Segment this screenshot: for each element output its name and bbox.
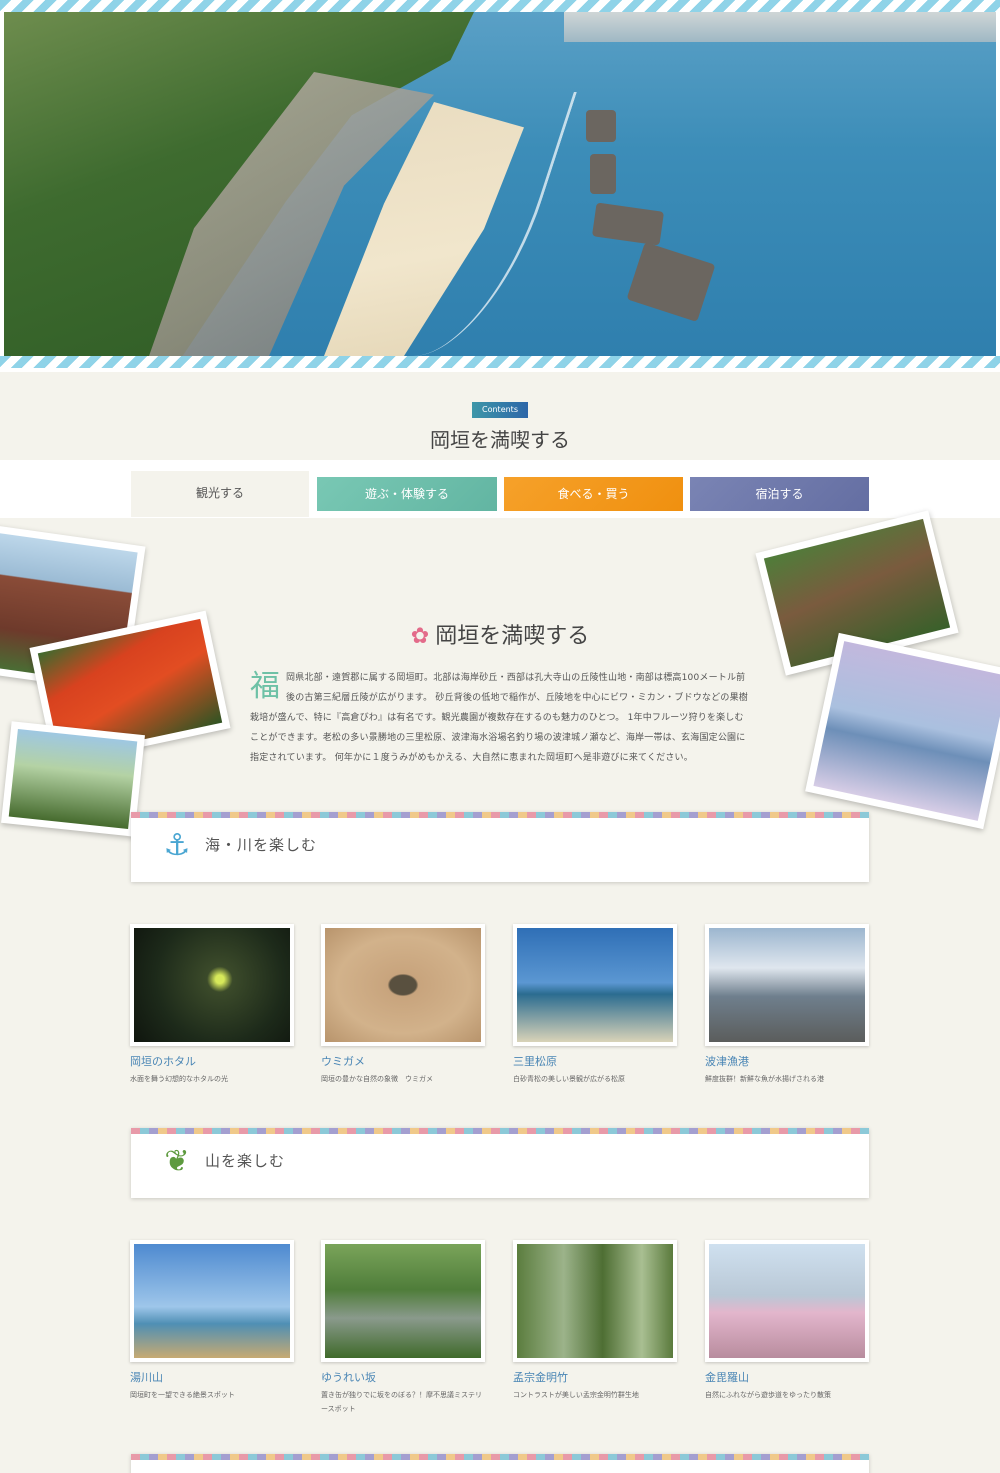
intro-text: 福 岡県北部・遠賀郡に属する岡垣町。北部は海岸砂丘・西部は孔大寺山の丘陵性山地・… [250,668,750,768]
card-description: コントラストが美しい孟宗金明竹群生地 [513,1391,639,1399]
intro-paragraph: 岡県北部・遠賀郡に属する岡垣町。北部は海岸砂丘・西部は孔大寺山の丘陵性山地・南部… [250,673,748,763]
card-image [517,928,673,1042]
card-image [134,928,290,1042]
page-title: 岡垣を満喫する [430,428,570,452]
card-title[interactable]: 岡垣のホタル [130,1053,294,1069]
card-description: 鮮度抜群！新鮮な魚が水揚げされる港 [705,1075,824,1083]
card-image [709,928,865,1042]
tab-sightseeing[interactable]: 観光する [131,471,309,517]
card-title[interactable]: ウミガメ [321,1053,485,1069]
hero-image [4,12,996,356]
card-image-frame [321,1240,485,1362]
card-image [517,1244,673,1358]
card-sea-turtle[interactable]: ウミガメ 岡垣の豊かな自然の象徴 ウミガメ [321,924,485,1086]
card-image [134,1244,290,1358]
card-description: 岡垣町を一望できる絶景スポット [130,1391,235,1399]
card-sanri-matsubara[interactable]: 三里松原 白砂青松の美しい景観が広がる松原 [513,924,677,1086]
card-image-frame [321,924,485,1046]
card-image-frame [130,924,294,1046]
card-description: 水面を舞う幻想的なホタルの光 [130,1075,228,1083]
card-yugawa-mountain[interactable]: 湯川山 岡垣町を一望できる絶景スポット [130,1240,294,1402]
card-image [325,928,481,1042]
card-description: 岡垣の豊かな自然の象徴 ウミガメ [321,1075,433,1083]
section-header-next [131,1454,869,1473]
anchor-icon: ⚓ [163,828,191,863]
tab-stay[interactable]: 宿泊する [690,477,869,511]
card-title[interactable]: ゆうれい坂 [321,1369,485,1385]
card-title[interactable]: 波津漁港 [705,1053,869,1069]
section-header-sea-river: ⚓ 海・川を楽しむ [131,812,869,882]
intro-title: ✿ 岡垣を満喫する [0,618,1000,650]
stripe-border-bottom [0,356,1000,368]
contents-badge: Contents [472,402,528,418]
card-title[interactable]: 孟宗金明竹 [513,1369,677,1385]
hero-banner [0,0,1000,372]
card-image [325,1244,481,1358]
stripe-border-top [0,0,1000,12]
card-title[interactable]: 金毘羅山 [705,1369,869,1385]
card-image-frame [705,924,869,1046]
card-image-frame [513,924,677,1046]
intro-initial: 福 [250,669,280,704]
card-yurei-slope[interactable]: ゆうれい坂 置き缶が独りでに坂をのぼる？！摩不思議ミステリースポット [321,1240,485,1416]
card-image-frame [130,1240,294,1362]
card-title[interactable]: 三里松原 [513,1053,677,1069]
intro-title-text: 岡垣を満喫する [435,624,590,649]
card-konpira-mountain[interactable]: 金毘羅山 自然にふれながら遊歩道をゆったり散策 [705,1240,869,1402]
tab-play-experience[interactable]: 遊ぶ・体験する [317,477,497,511]
tab-eat-shop[interactable]: 食べる・買う [504,477,683,511]
card-description: 白砂青松の美しい景観が広がる松原 [513,1075,625,1083]
polaroid-photo-sign [1,721,145,837]
card-image-frame [705,1240,869,1362]
flower-icon: ✿ [410,624,430,649]
card-hatsu-port[interactable]: 波津漁港 鮮度抜群！新鮮な魚が水揚げされる港 [705,924,869,1086]
card-image-frame [513,1240,677,1362]
card-firefly[interactable]: 岡垣のホタル 水面を舞う幻想的なホタルの光 [130,924,294,1086]
card-description: 置き缶が独りでに坂をのぼる？！摩不思議ミステリースポット [321,1391,482,1413]
card-bamboo-grove[interactable]: 孟宗金明竹 コントラストが美しい孟宗金明竹群生地 [513,1240,677,1402]
polaroid-photo-sea [805,632,1000,830]
section-header-mountain: ❦ 山を楽しむ [131,1128,869,1198]
section-label: 海・川を楽しむ [205,836,318,854]
section-label: 山を楽しむ [205,1152,286,1170]
card-image [709,1244,865,1358]
card-title[interactable]: 湯川山 [130,1369,294,1385]
tree-icon: ❦ [164,1144,190,1179]
card-description: 自然にふれながら遊歩道をゆったり散策 [705,1391,831,1399]
